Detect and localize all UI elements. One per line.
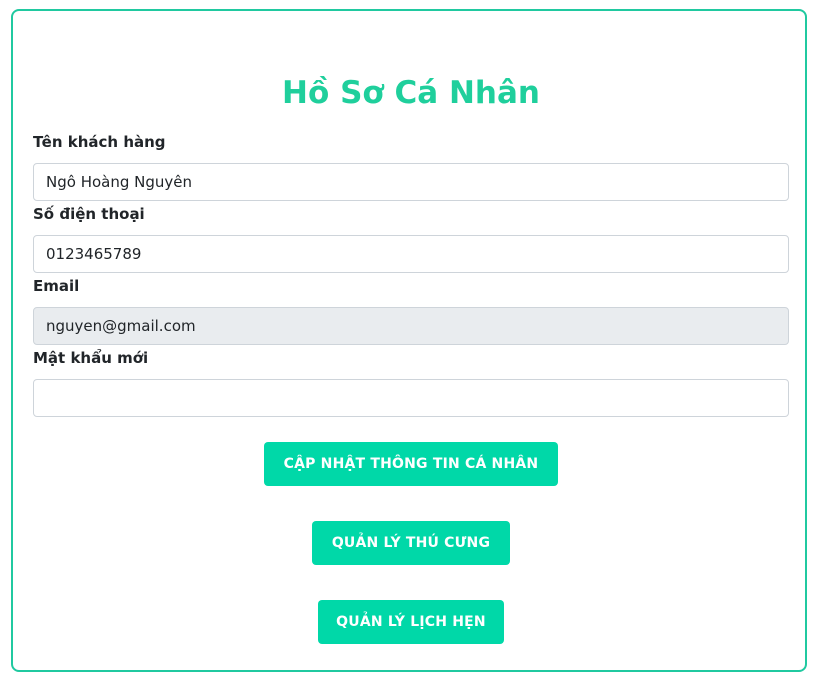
customer-name-input[interactable]	[33, 163, 789, 201]
manage-appointments-button[interactable]: QUẢN LÝ LỊCH HẸN	[318, 600, 504, 644]
phone-label: Số điện thoại	[33, 205, 145, 223]
email-input	[33, 307, 789, 345]
page-title: Hồ Sơ Cá Nhân	[282, 75, 540, 111]
new-password-label: Mật khẩu mới	[33, 349, 149, 367]
update-profile-button[interactable]: CẬP NHẬT THÔNG TIN CÁ NHÂN	[264, 442, 558, 486]
email-label: Email	[33, 277, 80, 295]
new-password-input[interactable]	[33, 379, 789, 417]
profile-card: Hồ Sơ Cá Nhân Tên khách hàng Số điện tho…	[11, 9, 807, 672]
manage-pets-button[interactable]: QUẢN LÝ THÚ CƯNG	[312, 521, 510, 565]
customer-name-label: Tên khách hàng	[33, 133, 166, 151]
phone-input[interactable]	[33, 235, 789, 273]
